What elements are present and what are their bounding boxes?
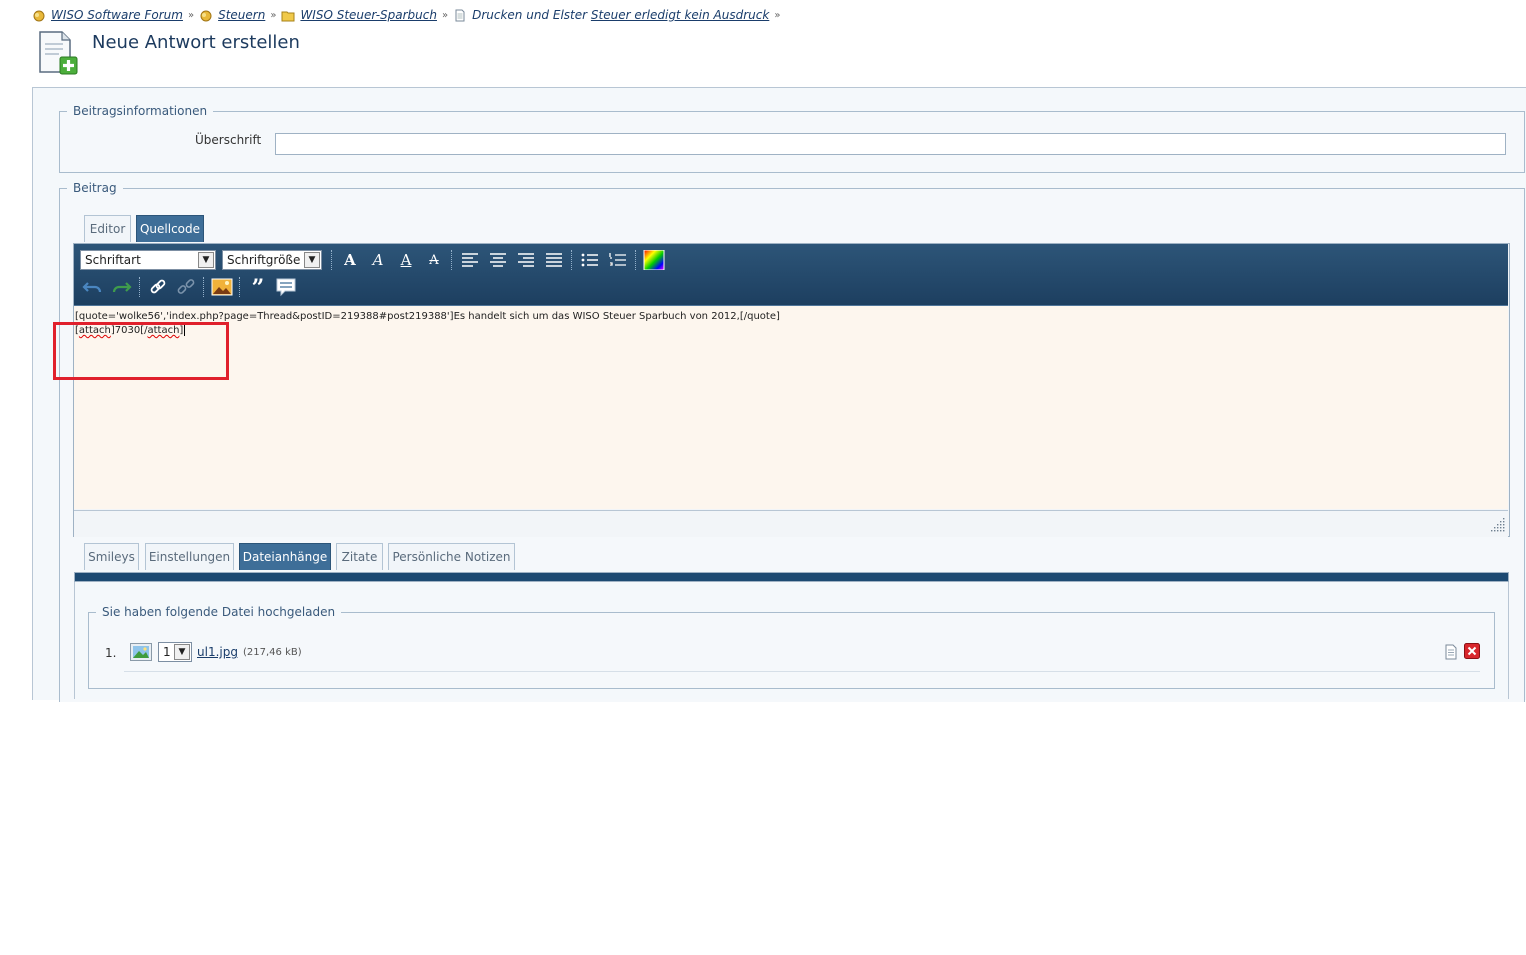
breadcrumb-separator: » <box>774 9 781 21</box>
breadcrumb-link-sparbuch[interactable]: WISO Steuer-Sparbuch <box>300 8 437 22</box>
align-center-icon[interactable] <box>487 250 509 270</box>
toolbar-separator <box>203 277 205 297</box>
breadcrumb-separator: » <box>441 9 449 21</box>
board-icon <box>200 10 212 21</box>
folder-icon <box>281 11 295 21</box>
toolbar-separator <box>331 250 333 270</box>
annotation-highlight-box <box>53 322 229 380</box>
toolbar-separator <box>635 250 637 270</box>
resize-grip-icon[interactable] <box>1488 515 1506 533</box>
tab-smileys[interactable]: Smileys <box>84 543 139 570</box>
breadcrumb-link-thread[interactable]: Steuer erledigt kein Ausdruck <box>591 8 769 22</box>
attachment-position-value: 1 <box>163 645 171 659</box>
attachment-number: 1. <box>105 646 117 660</box>
redo-icon[interactable] <box>110 277 132 297</box>
chevron-down-icon: ▼ <box>198 252 214 268</box>
font-family-select[interactable]: Schriftart ▼ <box>80 250 216 270</box>
tab-source-code[interactable]: Quellcode <box>136 215 204 242</box>
subject-input[interactable] <box>275 133 1506 155</box>
new-post-icon <box>39 31 78 75</box>
breadcrumb: WISO Software Forum » Steuern » WISO Ste… <box>32 6 785 24</box>
text-color-icon[interactable] <box>643 250 665 270</box>
link-icon[interactable] <box>147 277 169 297</box>
tab-attachments[interactable]: Dateianhänge <box>239 543 331 570</box>
editor-statusbar <box>74 510 1508 537</box>
insert-attachment-icon[interactable] <box>1443 644 1459 660</box>
post-info-legend: Beitragsinformationen <box>73 104 208 118</box>
uploaded-files-legend: Sie haben folgende Datei hochgeladen <box>102 605 336 619</box>
image-file-icon <box>130 643 152 661</box>
source-line: [quote='wolke56','index.php?page=Thread&… <box>75 311 780 322</box>
align-left-icon[interactable] <box>459 250 481 270</box>
font-size-select-value: Schriftgröße <box>227 253 301 267</box>
breadcrumb-separator: » <box>270 9 277 21</box>
strikethrough-icon[interactable]: A <box>423 250 445 270</box>
tab-editor[interactable]: Editor <box>84 215 131 242</box>
unlink-icon[interactable] <box>175 277 197 297</box>
delete-attachment-icon[interactable] <box>1464 643 1480 659</box>
source-line-attach: [attach]7030[/attach] <box>75 325 186 336</box>
attachment-position-select[interactable]: 1 ▼ <box>158 642 192 662</box>
tab-quotes[interactable]: Zitate <box>336 543 383 570</box>
code-comment-icon[interactable] <box>275 277 297 297</box>
tab-personal-notes[interactable]: Persönliche Notizen <box>388 543 515 570</box>
breadcrumb-link-steuern[interactable]: Steuern <box>218 8 265 22</box>
bold-icon[interactable]: A <box>339 250 361 270</box>
breadcrumb-item-sparbuch[interactable]: WISO Steuer-Sparbuch <box>281 8 437 22</box>
undo-icon[interactable] <box>82 277 104 297</box>
italic-icon[interactable]: A <box>367 250 389 270</box>
breadcrumb-item-thread: Drucken und Elster Steuer erledigt kein … <box>453 8 769 22</box>
bullet-list-icon[interactable] <box>579 250 601 270</box>
numbered-list-icon[interactable] <box>607 250 629 270</box>
underline-icon[interactable]: A <box>395 250 417 270</box>
toolbar-separator <box>139 277 141 297</box>
attachment-row-divider <box>124 671 1480 672</box>
chevron-down-icon: ▼ <box>174 644 190 660</box>
chevron-down-icon: ▼ <box>304 252 320 268</box>
breadcrumb-link-forum[interactable]: WISO Software Forum <box>51 8 183 22</box>
breadcrumb-item-steuern[interactable]: Steuern <box>199 8 265 22</box>
quote-icon[interactable]: ” <box>247 275 269 301</box>
breadcrumb-item-forum[interactable]: WISO Software Forum <box>32 8 183 22</box>
attachment-file-link[interactable]: ul1.jpg <box>197 645 238 659</box>
attachments-tab-bar <box>74 572 1509 582</box>
source-code-textarea[interactable]: [quote='wolke56','index.php?page=Thread&… <box>74 306 1508 509</box>
font-family-select-value: Schriftart <box>85 253 141 267</box>
toolbar-separator <box>239 277 241 297</box>
subject-label: Überschrift <box>195 133 262 147</box>
toolbar-separator <box>451 250 453 270</box>
forum-icon <box>33 10 45 21</box>
page-title: Neue Antwort erstellen <box>92 32 300 53</box>
image-icon[interactable] <box>211 277 233 297</box>
post-legend: Beitrag <box>73 181 117 195</box>
document-icon <box>455 9 465 21</box>
breadcrumb-thread-prefix: Drucken und Elster <box>472 8 588 22</box>
align-right-icon[interactable] <box>515 250 537 270</box>
attachment-file-size: (217,46 kB) <box>243 647 302 658</box>
font-size-select[interactable]: Schriftgröße ▼ <box>222 250 322 270</box>
breadcrumb-separator: » <box>187 9 195 21</box>
toolbar-separator <box>571 250 573 270</box>
tab-settings[interactable]: Einstellungen <box>145 543 234 570</box>
align-justify-icon[interactable] <box>543 250 565 270</box>
